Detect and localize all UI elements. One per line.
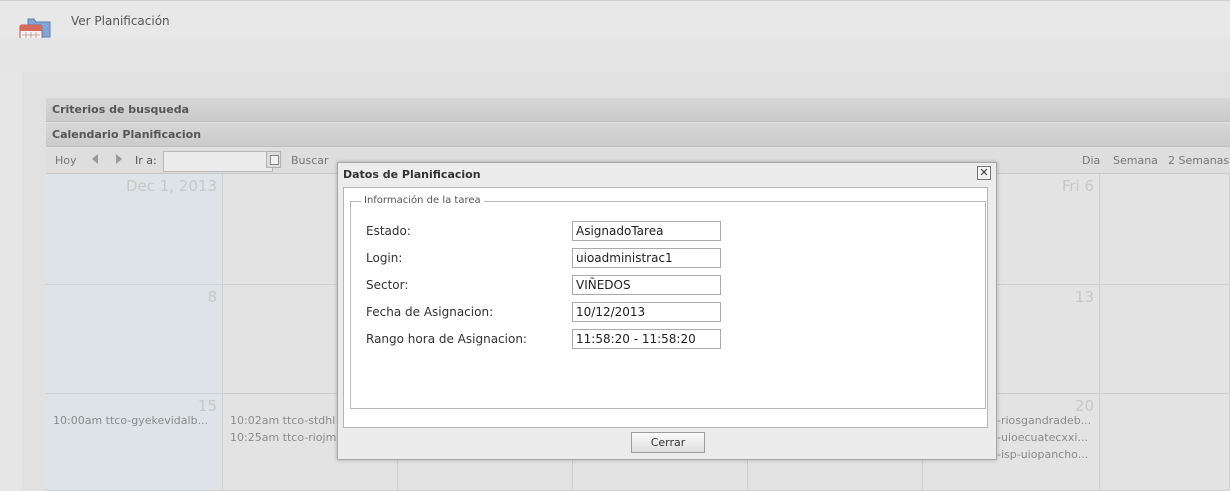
day-cell[interactable] [1100, 394, 1230, 491]
close-icon[interactable]: ✕ [977, 166, 991, 180]
calendar-event[interactable]: 10:25am ttco-riojm [230, 431, 336, 444]
calendar-event[interactable]: -riosgandradeb... [997, 414, 1091, 427]
fieldset-legend: Información de la tarea [361, 195, 484, 206]
date-picker-icon[interactable] [266, 151, 281, 168]
sector-label: Sector: [366, 278, 409, 292]
planning-dialog: Datos de Planificacion ✕ Información de … [337, 162, 997, 460]
day-number: Dec 1, 2013 [125, 177, 217, 195]
rango-hora-label: Rango hora de Asignacion: [366, 332, 527, 346]
task-info-fieldset: Información de la tarea Estado: Asignado… [350, 195, 986, 409]
sector-field[interactable]: VIÑEDOS [572, 275, 721, 295]
view-day-button[interactable]: Dia [1082, 154, 1100, 167]
day-cell[interactable]: 8 [46, 285, 223, 394]
fecha-asignacion-label: Fecha de Asignacion: [366, 305, 494, 319]
view-week-button[interactable]: Semana [1113, 154, 1158, 167]
goto-date-input[interactable] [163, 151, 273, 172]
calendar-panel-header: Calendario Planificacion [46, 123, 1230, 147]
dialog-body: Información de la tarea Estado: Asignado… [343, 187, 988, 428]
prev-arrow-icon[interactable] [92, 154, 98, 164]
day-cell[interactable]: 15 10:00am ttco-gyekevidalb... [46, 394, 223, 491]
cerrar-button[interactable]: Cerrar [631, 432, 705, 453]
day-cell[interactable] [1100, 174, 1230, 285]
dialog-title: Datos de Planificacion [343, 168, 481, 181]
search-criteria-header[interactable]: Criterios de busqueda [46, 98, 1230, 122]
estado-field[interactable]: AsignadoTarea [572, 221, 721, 241]
day-number: 15 [197, 397, 217, 415]
day-cell[interactable] [1100, 285, 1230, 394]
day-cell[interactable]: Dec 1, 2013 [46, 174, 223, 285]
day-number: 13 [1074, 288, 1094, 306]
estado-label: Estado: [366, 224, 411, 238]
goto-label: Ir a: [135, 154, 157, 167]
today-button[interactable]: Hoy [55, 154, 77, 167]
calendar-event[interactable]: 10:00am ttco-gyekevidalb... [53, 414, 216, 427]
calendar-event[interactable]: -isp-uiopancho... [997, 448, 1088, 461]
day-number: 20 [1074, 397, 1094, 415]
page-title: Ver Planificación [71, 14, 170, 28]
calendar-event[interactable]: -uioecuatecxxi... [997, 431, 1088, 444]
calendar-event[interactable]: 10:02am ttco-stdhl [230, 414, 335, 427]
top-bar: Ver Planificación [0, 0, 1230, 48]
view-2weeks-button[interactable]: 2 Semanas [1168, 154, 1229, 167]
fecha-asignacion-field[interactable]: 10/12/2013 [572, 302, 721, 322]
day-number: Fri 6 [1061, 177, 1094, 195]
search-button[interactable]: Buscar [291, 154, 329, 167]
login-label: Login: [366, 251, 403, 265]
header-band [0, 38, 1230, 72]
day-number: 8 [207, 288, 217, 306]
next-arrow-icon[interactable] [116, 154, 122, 164]
login-field[interactable]: uioadministrac1 [572, 248, 721, 268]
rango-hora-field[interactable]: 11:58:20 - 11:58:20 [572, 329, 721, 349]
